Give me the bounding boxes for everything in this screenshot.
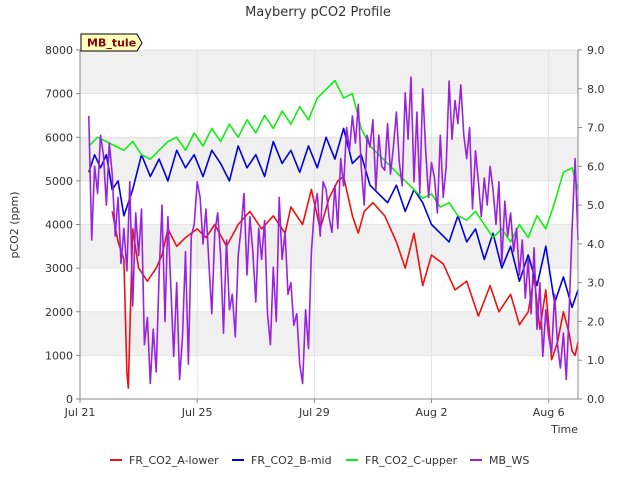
y-tick-label: 8000: [45, 44, 73, 57]
badge-label: MB_tule: [87, 37, 136, 50]
y2-tick-label: 8.0: [587, 83, 605, 96]
x-tick-label: Jul 21: [64, 406, 96, 419]
legend-item-0: FR_CO2_A-lower: [110, 454, 219, 467]
mb-tule-badge: MB_tule: [80, 33, 143, 52]
legend: FR_CO2_A-lower FR_CO2_B-mid FR_CO2_C-upper…: [110, 454, 529, 467]
x-tick-label: Aug 2: [416, 406, 448, 419]
y-tick-label: 0: [66, 393, 73, 406]
y-tick-label: 5000: [45, 175, 73, 188]
legend-item-2: FR_CO2_C-upper: [346, 454, 458, 467]
y-tick-label: 4000: [45, 219, 73, 232]
x-tick-label: Jul 29: [298, 406, 330, 419]
legend-label: FR_CO2_B-mid: [251, 454, 332, 467]
y-tick-label: 6000: [45, 131, 73, 144]
y2-tick-label: 2.0: [587, 315, 605, 328]
legend-label: MB_WS: [489, 454, 529, 467]
x-axis-label: Time: [550, 423, 578, 436]
legend-item-3: MB_WS: [470, 454, 529, 467]
legend-item-1: FR_CO2_B-mid: [232, 454, 332, 467]
y-tick-label: 7000: [45, 88, 73, 101]
y-tick-label: 3000: [45, 262, 73, 275]
x-tick-label: Aug 6: [533, 406, 565, 419]
y2-tick-label: 4.0: [587, 238, 605, 251]
legend-label: FR_CO2_C-upper: [365, 454, 458, 467]
y2-tick-label: 3.0: [587, 277, 605, 290]
y2-tick-label: 5.0: [587, 199, 605, 212]
y2-tick-label: 1.0: [587, 354, 605, 367]
y2-tick-label: 9.0: [587, 44, 605, 57]
x-tick-label: Jul 25: [181, 406, 213, 419]
chart: 0 1000 2000 3000 4000 5000 6000 7000 8000 0.0 1.0 2…: [8, 5, 605, 467]
y-tick-label: 1000: [45, 349, 73, 362]
y-tick-label: 2000: [45, 306, 73, 319]
y2-tick-label: 6.0: [587, 160, 605, 173]
chart-title: Mayberry pCO2 Profile: [245, 5, 391, 20]
y-axis-label: pCO2 (ppm): [8, 191, 21, 258]
y2-tick-label: 7.0: [587, 122, 605, 135]
legend-label: FR_CO2_A-lower: [129, 454, 219, 467]
y2-tick-label: 0.0: [587, 393, 605, 406]
